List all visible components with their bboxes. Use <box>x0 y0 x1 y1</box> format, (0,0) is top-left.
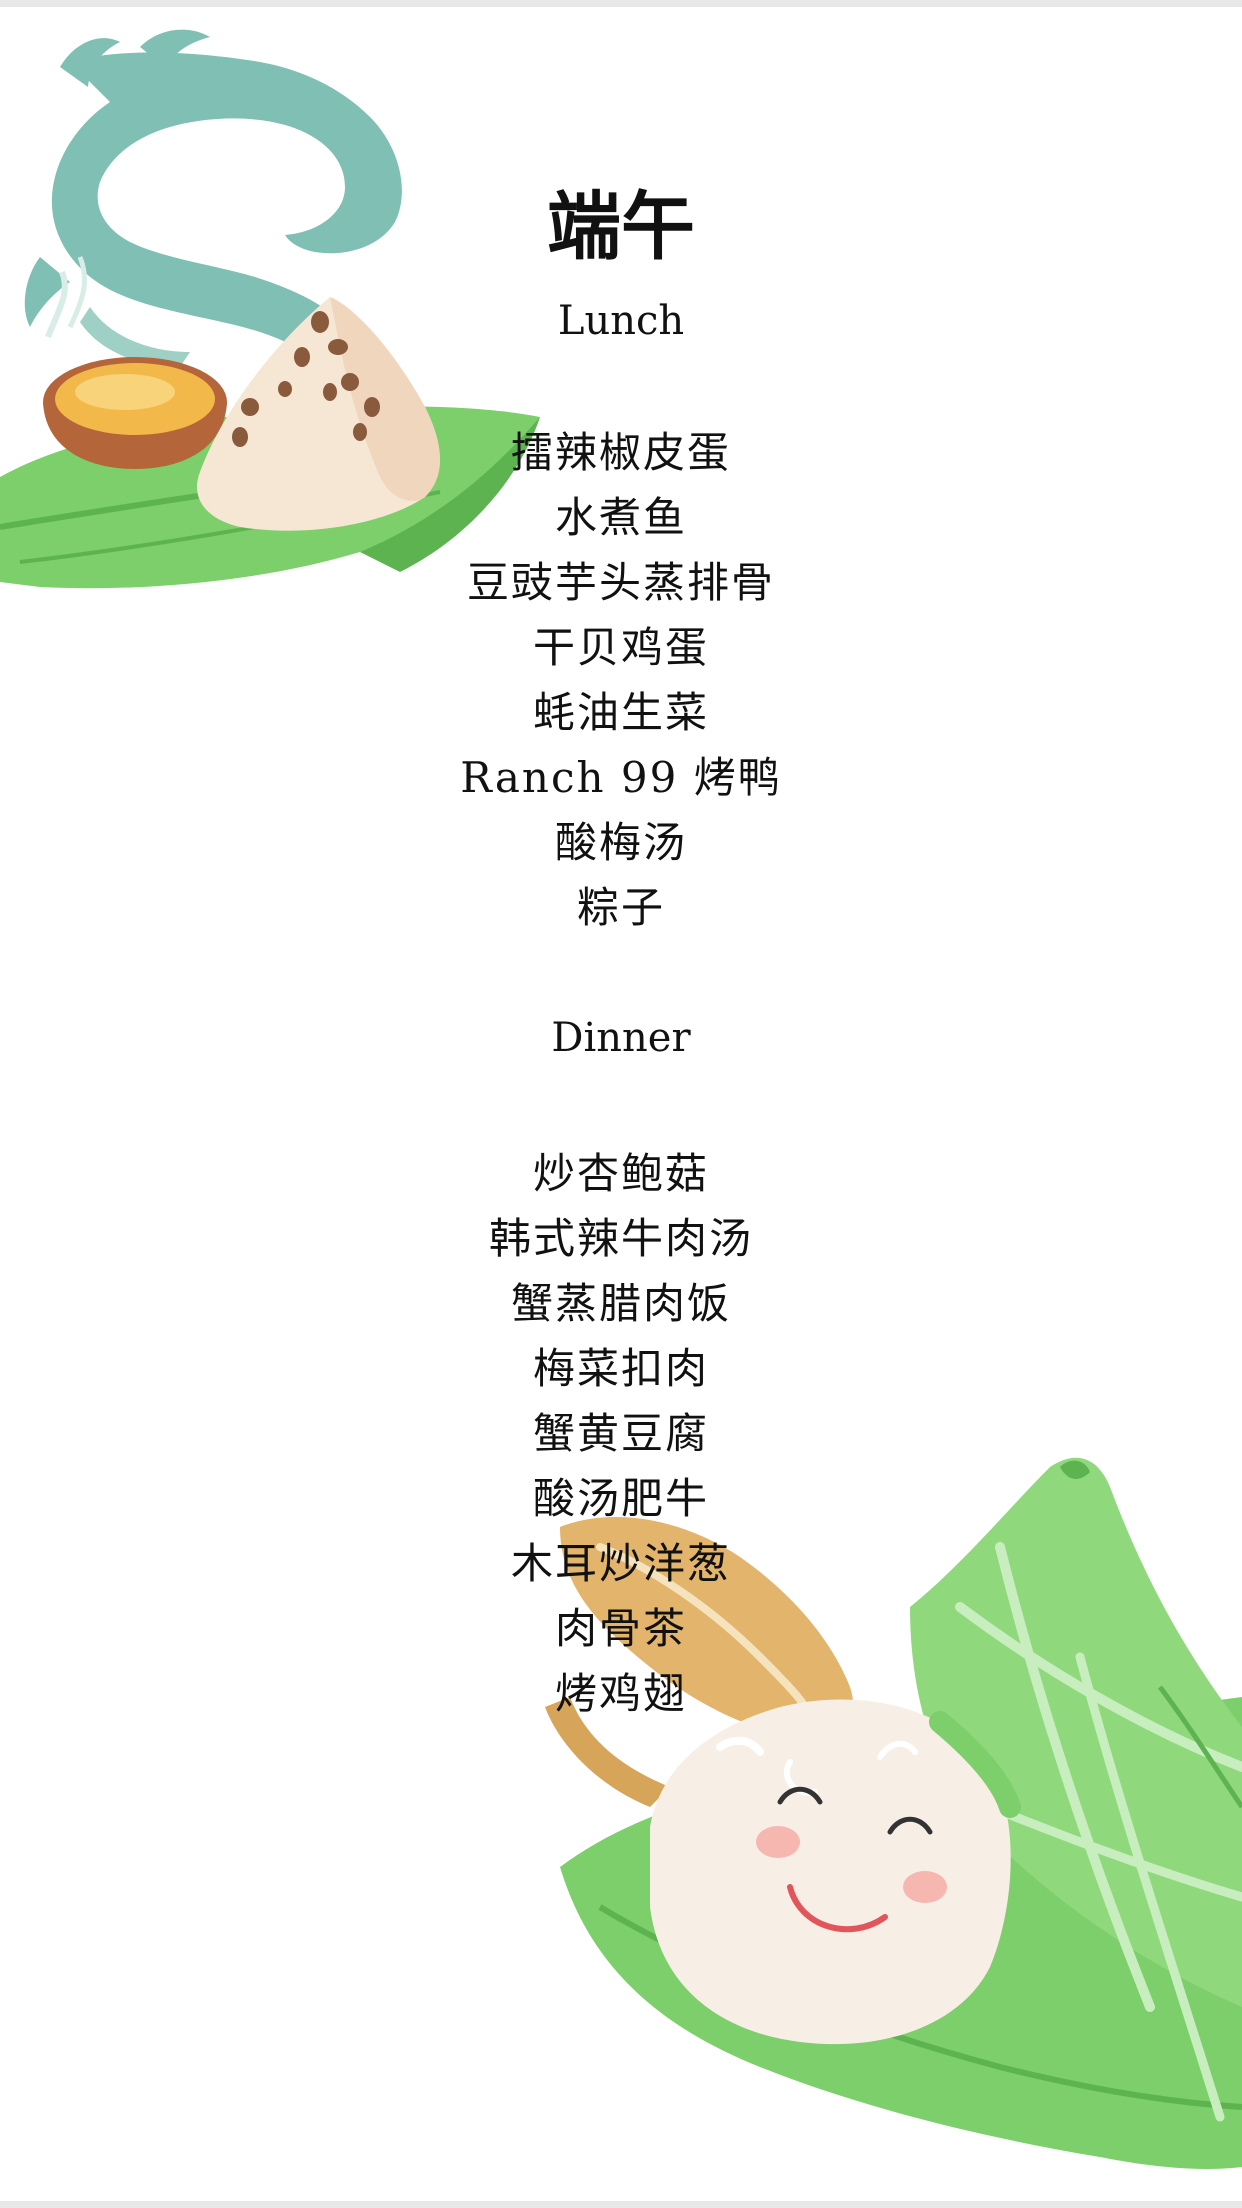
list-item: 烤鸡翅 <box>554 1669 687 1718</box>
list-item: 梅菜扣肉 <box>532 1344 709 1393</box>
list-item: 擂辣椒皮蛋 <box>510 428 731 477</box>
list-item: Ranch 99 烤鸭 <box>460 753 782 802</box>
list-item: 肉骨茶 <box>554 1604 687 1653</box>
dinner-dish-list: 炒杏鲍菇 韩式辣牛肉汤 蟹蒸腊肉饭 梅菜扣肉 蟹黄豆腐 酸汤肥牛 木耳炒洋葱 肉… <box>0 1141 1242 1726</box>
list-item: 炒杏鲍菇 <box>532 1149 709 1198</box>
page-title: 端午 <box>547 184 695 270</box>
list-item: 粽子 <box>576 883 665 932</box>
list-item: 酸梅汤 <box>554 818 687 867</box>
menu: 端午 Lunch 擂辣椒皮蛋 水煮鱼 豆豉芋头蒸排骨 干贝鸡蛋 蚝油生菜 Ran… <box>0 7 1242 2201</box>
menu-page: 端午 Lunch 擂辣椒皮蛋 水煮鱼 豆豉芋头蒸排骨 干贝鸡蛋 蚝油生菜 Ran… <box>0 7 1242 2201</box>
list-item: 豆豉芋头蒸排骨 <box>466 558 775 607</box>
lunch-dish-list: 擂辣椒皮蛋 水煮鱼 豆豉芋头蒸排骨 干贝鸡蛋 蚝油生菜 Ranch 99 烤鸭 … <box>0 420 1242 940</box>
list-item: 木耳炒洋葱 <box>510 1539 731 1588</box>
list-item: 酸汤肥牛 <box>532 1474 709 1523</box>
list-item: 水煮鱼 <box>554 493 687 542</box>
list-item: 干贝鸡蛋 <box>532 623 709 672</box>
lunch-heading: Lunch <box>557 298 685 344</box>
list-item: 蟹黄豆腐 <box>532 1409 709 1458</box>
list-item: 蟹蒸腊肉饭 <box>510 1279 731 1328</box>
list-item: 韩式辣牛肉汤 <box>488 1214 753 1263</box>
dinner-heading: Dinner <box>551 1015 691 1061</box>
list-item: 蚝油生菜 <box>532 688 709 737</box>
